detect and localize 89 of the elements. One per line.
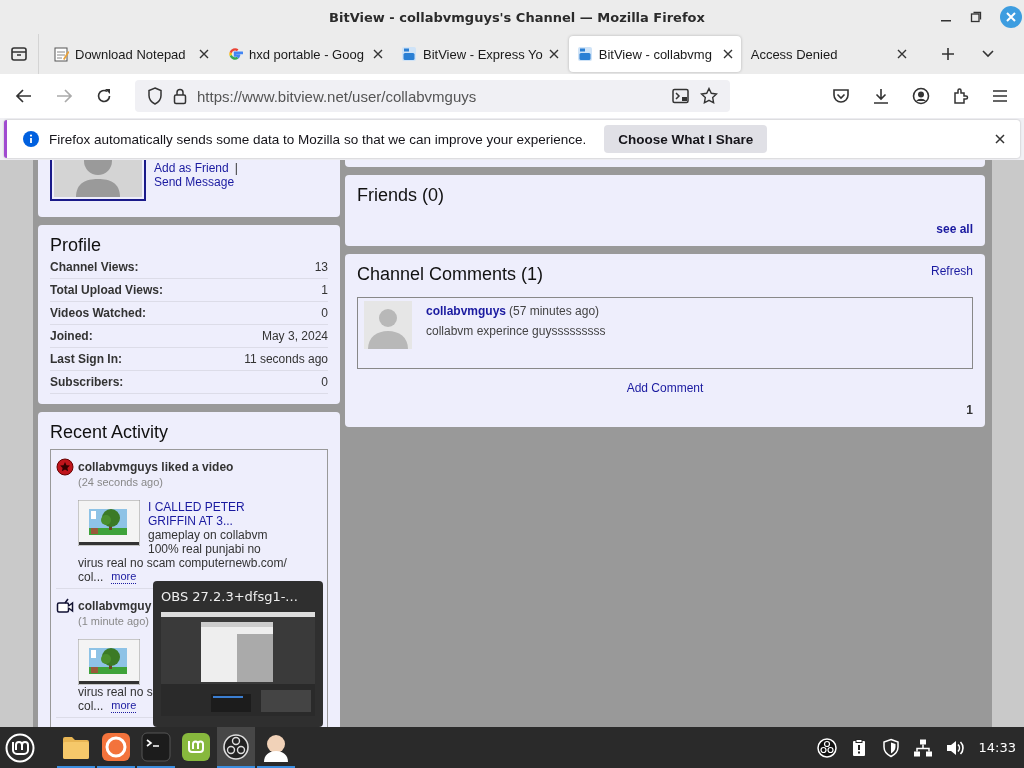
activity-time: (1 minute ago)	[78, 615, 149, 627]
extensions-icon[interactable]	[952, 87, 970, 105]
stat-label: Channel Views:	[50, 260, 139, 274]
window-title: BitView - collabvmguys's Channel — Mozilla Firefox	[328, 9, 706, 25]
choose-what-i-share-button[interactable]: Choose What I Share	[604, 125, 768, 153]
refresh-link[interactable]: Refresh	[930, 264, 973, 278]
camera-icon	[56, 597, 74, 615]
browser-tab[interactable]: Download Notepad	[45, 36, 217, 72]
taskbar-app[interactable]	[217, 727, 255, 768]
browser-tab[interactable]: BitView - Express Yo	[393, 36, 567, 72]
google-icon	[227, 46, 243, 62]
clock[interactable]: 14:33	[978, 740, 1016, 755]
close-icon[interactable]	[199, 49, 209, 59]
card-title: Recent Activity	[50, 422, 170, 443]
comment-text: collabvm experince guysssssssss	[426, 324, 606, 338]
notepad-icon	[53, 46, 69, 62]
terminal-icon	[140, 730, 172, 763]
tab-label: BitView - Express Yo	[423, 46, 543, 62]
shield-icon[interactable]	[147, 87, 163, 105]
add-comment-link[interactable]: Add Comment	[626, 381, 704, 395]
stat-label: Joined:	[50, 329, 93, 343]
tab-label: Access Denied	[750, 46, 839, 62]
notification-message: Firefox automatically sends some data to Mozilla so that we can improve your experience.	[49, 131, 587, 147]
menu-icon[interactable]	[992, 89, 1008, 103]
stat-label: Last Sign In:	[50, 352, 122, 366]
close-icon[interactable]	[994, 133, 1006, 145]
maximize-icon[interactable]	[970, 11, 982, 23]
activity-headline: collabvmguys liked a video	[78, 460, 234, 474]
stat-value: 13	[314, 260, 328, 274]
video-title-link[interactable]: I CALLED PETER GRIFFIN AT 3...	[148, 500, 248, 528]
activity-headline: collabvmguy	[78, 599, 152, 613]
description-line: col...	[78, 699, 104, 713]
browser-tab[interactable]: hxd portable - Goog	[219, 36, 391, 72]
browser-tab[interactable]: BitView - collabvmg	[568, 36, 741, 72]
new-tab-icon[interactable]	[940, 47, 955, 61]
stat-label: Subscribers:	[50, 375, 124, 389]
see-all-link[interactable]: see all	[936, 222, 973, 236]
shield-icon[interactable]	[880, 737, 901, 758]
comment-author-link[interactable]: collabvmguys	[426, 304, 507, 318]
info-icon	[23, 131, 39, 147]
description-line: gameplay on collabvm	[148, 528, 268, 542]
star-icon[interactable]	[700, 87, 718, 105]
close-icon[interactable]	[548, 49, 559, 59]
close-icon[interactable]	[896, 49, 907, 59]
tooltip-title: OBS 27.2.3+dfsg1-...	[161, 589, 299, 604]
stat-value: 1	[321, 283, 328, 297]
tab-label: hxd portable - Goog	[249, 46, 365, 62]
firefox-icon	[100, 730, 132, 763]
account-icon[interactable]	[912, 87, 930, 105]
mint-icon	[180, 730, 212, 763]
address-bar[interactable]: https://www.bitview.net/user/collabvmguys	[135, 80, 730, 112]
browser-tab[interactable]: Access Denied	[742, 36, 915, 72]
stat-label: Total Upload Views:	[50, 283, 163, 297]
channel-link[interactable]: Send Message	[154, 175, 235, 189]
card-title: Profile	[50, 235, 103, 256]
description-line: virus real no s	[78, 685, 154, 699]
more-link[interactable]: more	[111, 570, 137, 584]
tv-icon	[401, 46, 417, 62]
tab-label: Download Notepad	[75, 46, 187, 62]
lock-icon[interactable]	[173, 87, 187, 105]
network-icon[interactable]	[912, 737, 933, 758]
stat-value: 11 seconds ago	[244, 352, 328, 366]
more-link[interactable]: more	[111, 699, 137, 713]
download-icon[interactable]	[872, 87, 890, 105]
stat-label: Videos Watched:	[50, 306, 147, 320]
activity-time: (24 seconds ago)	[78, 476, 163, 488]
close-icon[interactable]	[722, 49, 733, 59]
card-title: Friends (0)	[357, 185, 446, 206]
tab-label: BitView - collabvmg	[598, 46, 713, 62]
tab-list-icon[interactable]	[10, 45, 28, 63]
stat-value: 0	[321, 375, 328, 389]
description-line: col...	[78, 570, 104, 584]
link-separator: |	[234, 161, 238, 175]
reload-icon[interactable]	[95, 87, 113, 105]
obs-icon[interactable]	[816, 737, 837, 758]
description-line: 100% real punjabi no	[148, 542, 262, 556]
close-icon[interactable]	[373, 49, 383, 59]
stat-value: 0	[321, 306, 328, 320]
back-icon[interactable]	[15, 87, 33, 105]
page-number[interactable]: 1	[966, 403, 973, 417]
pocket-icon[interactable]	[832, 87, 850, 105]
stat-value: May 3, 2024	[261, 329, 328, 343]
card-title: Channel Comments (1)	[357, 264, 544, 285]
reader-view-icon[interactable]	[672, 88, 690, 104]
channel-link[interactable]: Add as Friend	[154, 161, 229, 175]
comment-time: (57 minutes ago)	[509, 304, 600, 318]
tv-icon	[576, 46, 593, 62]
start-menu-icon[interactable]	[5, 732, 35, 763]
description-line: virus real no scam computernewb.com/	[78, 556, 288, 570]
